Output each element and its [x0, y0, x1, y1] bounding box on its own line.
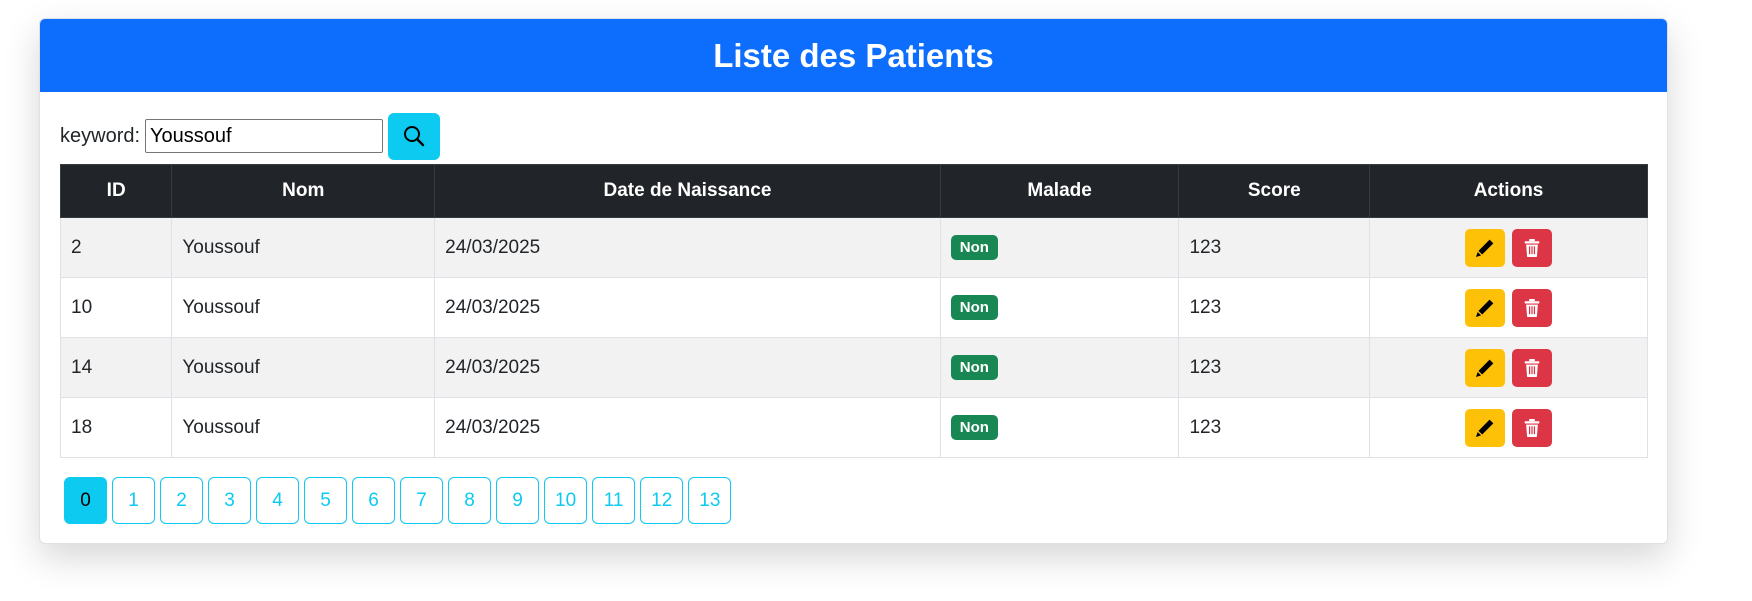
- page-button[interactable]: 7: [400, 477, 443, 524]
- page-button[interactable]: 0: [64, 477, 107, 524]
- page-button[interactable]: 11: [592, 477, 636, 524]
- pencil-icon: [1475, 299, 1494, 317]
- malade-badge: Non: [950, 415, 998, 440]
- page-button[interactable]: 6: [352, 477, 395, 524]
- edit-button[interactable]: [1464, 228, 1505, 267]
- cell-actions: [1369, 217, 1648, 278]
- trash-icon: [1524, 298, 1540, 317]
- page-button[interactable]: 2: [160, 477, 203, 524]
- delete-button[interactable]: [1512, 288, 1553, 327]
- cell-date: 24/03/2025: [434, 217, 941, 278]
- cell-score: 123: [1178, 397, 1371, 458]
- cell-actions: [1369, 277, 1648, 338]
- patients-card: Liste des Patients keyword: ID Nom: [39, 18, 1668, 544]
- delete-button[interactable]: [1512, 348, 1553, 387]
- page-title: Liste des Patients: [713, 36, 994, 74]
- cell-malade: Non: [939, 277, 1180, 338]
- malade-badge: Non: [950, 295, 998, 320]
- table-row: 2 Youssouf 24/03/2025 Non 123: [59, 217, 1648, 278]
- cell-nom: Youssouf: [171, 217, 436, 278]
- column-header-actions: Actions: [1369, 164, 1648, 218]
- malade-badge: Non: [950, 235, 998, 260]
- search-input[interactable]: [145, 119, 384, 153]
- page-button[interactable]: 13: [688, 477, 732, 524]
- page-button[interactable]: 4: [256, 477, 299, 524]
- edit-button[interactable]: [1464, 288, 1505, 327]
- page-button[interactable]: 1: [112, 477, 155, 524]
- cell-nom: Youssouf: [171, 397, 436, 458]
- pagination: 0 1 2 3 4 5 6 7 8 9 10 11 12 13: [64, 477, 1647, 524]
- cell-score: 123: [1178, 277, 1371, 338]
- page-button[interactable]: 8: [448, 477, 491, 524]
- table-row: 18 Youssouf 24/03/2025 Non 123: [59, 397, 1648, 458]
- table-row: 14 Youssouf 24/03/2025 Non 123: [59, 337, 1648, 398]
- cell-malade: Non: [939, 337, 1180, 398]
- page-button[interactable]: 5: [304, 477, 347, 524]
- table-header: ID Nom Date de Naissance Malade Score Ac…: [59, 164, 1648, 218]
- search-label: keyword:: [60, 124, 141, 147]
- column-header-id: ID: [59, 164, 173, 218]
- cell-malade: Non: [939, 397, 1180, 458]
- pencil-icon: [1475, 359, 1494, 377]
- page-button[interactable]: 3: [208, 477, 251, 524]
- cell-score: 123: [1178, 217, 1371, 278]
- trash-icon: [1524, 418, 1540, 437]
- cell-id: 18: [59, 397, 173, 458]
- column-header-nom: Nom: [171, 164, 436, 218]
- patients-table: ID Nom Date de Naissance Malade Score Ac…: [59, 164, 1648, 458]
- trash-icon: [1524, 238, 1540, 257]
- card-header: Liste des Patients: [40, 19, 1667, 92]
- delete-button[interactable]: [1512, 408, 1553, 447]
- edit-button[interactable]: [1464, 348, 1505, 387]
- pencil-icon: [1475, 419, 1494, 437]
- cell-id: 2: [59, 217, 173, 278]
- card-body: keyword: ID Nom Date de Naissance Malade: [40, 92, 1667, 524]
- column-header-date: Date de Naissance: [434, 164, 941, 218]
- search-form: keyword:: [60, 112, 1647, 160]
- table-row: 10 Youssouf 24/03/2025 Non 123: [59, 277, 1648, 338]
- cell-id: 10: [59, 277, 173, 338]
- cell-actions: [1369, 337, 1648, 398]
- search-icon: [404, 126, 425, 147]
- page-button[interactable]: 12: [640, 477, 684, 524]
- edit-button[interactable]: [1464, 408, 1505, 447]
- malade-badge: Non: [950, 355, 998, 380]
- cell-actions: [1369, 397, 1648, 458]
- table-body: 2 Youssouf 24/03/2025 Non 123 10 Youssou…: [59, 217, 1648, 458]
- column-header-score: Score: [1178, 164, 1371, 218]
- column-header-malade: Malade: [939, 164, 1180, 218]
- cell-id: 14: [59, 337, 173, 398]
- page-button[interactable]: 9: [496, 477, 539, 524]
- search-button[interactable]: [388, 112, 441, 160]
- delete-button[interactable]: [1512, 228, 1553, 267]
- cell-malade: Non: [939, 217, 1180, 278]
- cell-date: 24/03/2025: [434, 277, 941, 338]
- cell-nom: Youssouf: [171, 337, 436, 398]
- cell-nom: Youssouf: [171, 277, 436, 338]
- cell-date: 24/03/2025: [434, 337, 941, 398]
- cell-date: 24/03/2025: [434, 397, 941, 458]
- page-button[interactable]: 10: [544, 477, 588, 524]
- pencil-icon: [1475, 239, 1494, 257]
- trash-icon: [1524, 358, 1540, 377]
- cell-score: 123: [1178, 337, 1371, 398]
